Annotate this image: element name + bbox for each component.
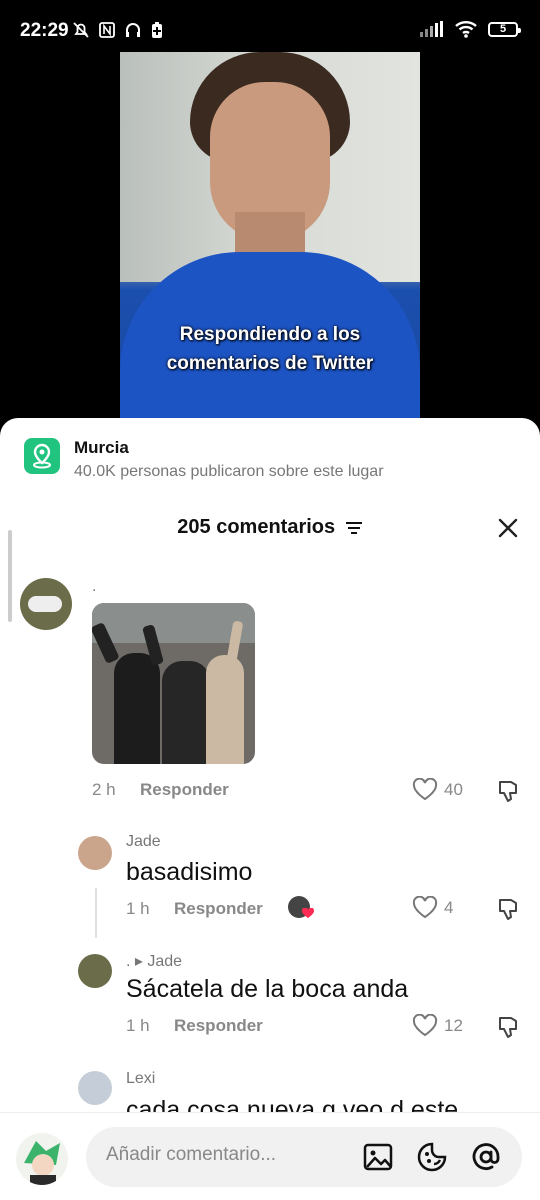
signal-icon (420, 21, 443, 37)
photo-person (162, 661, 210, 764)
image-icon[interactable] (362, 1141, 394, 1173)
photo-person (206, 655, 244, 764)
scroll-indicator[interactable] (8, 530, 12, 622)
bell-muted-icon (73, 22, 89, 38)
video-caption: Respondiendo a los comentarios de Twitte… (120, 320, 420, 378)
comment-time: 1 h (126, 899, 150, 918)
reply-button[interactable]: Responder (140, 780, 229, 800)
comment-time: 1 h (126, 1016, 150, 1035)
dislike-icon[interactable] (496, 896, 520, 922)
photo-person (114, 653, 160, 764)
like-button[interactable]: 12 (412, 1014, 463, 1038)
dislike-icon[interactable] (496, 1014, 520, 1040)
sheep-avatar-image (28, 596, 62, 612)
avatar[interactable] (78, 836, 112, 870)
comment-text: Sácatela de la boca anda (126, 975, 409, 1003)
comment-composer (0, 1112, 540, 1200)
like-count: 4 (444, 898, 454, 917)
like-button[interactable]: 4 (412, 896, 453, 920)
video-caption-line1: Respondiendo a los (179, 324, 361, 345)
comment-username[interactable]: Lexi (126, 1070, 155, 1088)
comment-username[interactable]: Jade (126, 833, 161, 851)
heart-icon (412, 896, 438, 919)
anime-avatar-icon (24, 1141, 60, 1185)
status-icons-right: 5 (420, 20, 521, 38)
comment-time: 2 h (92, 780, 116, 799)
mention-icon[interactable] (470, 1141, 502, 1173)
dislike-icon[interactable] (496, 778, 520, 804)
comments-count: 205 comentarios (177, 516, 336, 538)
location-text: Murcia 40.0K personas publicaron sobre e… (74, 438, 384, 481)
comments-sheet: Murcia 40.0K personas publicaron sobre e… (0, 418, 540, 1199)
heart-icon (412, 1014, 438, 1037)
status-bar: 22:29 5 (0, 0, 540, 52)
reply-button[interactable]: Responder (174, 1016, 263, 1036)
comment-input-wrapper (86, 1127, 522, 1187)
status-time: 22:29 (20, 20, 69, 41)
location-name: Murcia (74, 438, 129, 457)
battery-saver-icon (152, 22, 162, 38)
status-icons-left (72, 21, 164, 39)
video-player[interactable]: Respondiendo a los comentarios de Twitte… (120, 52, 420, 418)
close-icon[interactable] (496, 516, 520, 540)
reply-button[interactable]: Responder (174, 899, 263, 919)
thread-line (95, 888, 97, 938)
comment-text: basadisimo (126, 858, 253, 886)
red-heart-icon (302, 908, 314, 918)
headphones-icon (126, 23, 140, 37)
comment-username[interactable]: . ▸ Jade (126, 951, 182, 971)
comments-header: 205 comentarios (0, 516, 540, 539)
like-count: 40 (444, 780, 463, 799)
nfc-icon (99, 22, 115, 38)
comment-username[interactable]: . (92, 578, 96, 596)
like-count: 12 (444, 1016, 463, 1035)
map-pin-icon (24, 438, 60, 474)
battery-indicator: 5 (488, 21, 521, 37)
location-banner[interactable]: Murcia 40.0K personas publicaron sobre e… (24, 438, 384, 481)
current-user-avatar[interactable] (16, 1133, 68, 1185)
video-caption-line2: comentarios de Twitter (166, 353, 374, 374)
emoji-icon[interactable] (416, 1141, 448, 1173)
sort-filter-icon[interactable] (345, 521, 363, 535)
comment-photo[interactable] (92, 603, 255, 764)
avatar[interactable] (78, 954, 112, 988)
avatar[interactable] (78, 1071, 112, 1105)
wifi-icon (455, 21, 477, 38)
like-button[interactable]: 40 (412, 778, 463, 802)
avatar[interactable] (20, 578, 72, 630)
comment-input[interactable] (104, 1143, 348, 1167)
location-subtitle: 40.0K personas publicaron sobre este lug… (74, 463, 384, 480)
heart-icon (412, 778, 438, 801)
